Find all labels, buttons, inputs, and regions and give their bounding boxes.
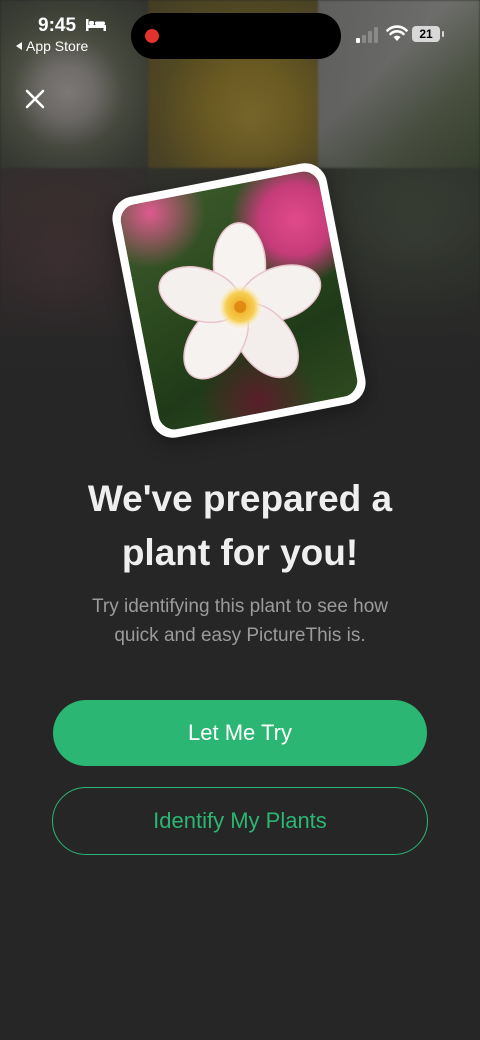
let-me-try-button[interactable]: Let Me Try (53, 700, 427, 766)
identify-my-plants-button[interactable]: Identify My Plants (52, 787, 428, 855)
status-bar: 9:45 App Store 21 (0, 0, 480, 60)
bed-icon (86, 19, 106, 31)
plumeria-flower-image (158, 222, 322, 380)
page-title: We've prepared a plant for you! (20, 472, 460, 580)
status-time: 9:45 (38, 15, 77, 36)
battery-icon: 21 (412, 26, 444, 42)
page-title-line: We've prepared a (87, 478, 393, 519)
back-to-app-store-link[interactable]: App Store (16, 38, 88, 54)
description-text: Try identifying this plant to see how qu… (40, 592, 440, 650)
page-title-line: plant for you! (121, 532, 359, 573)
back-app-label: App Store (26, 38, 89, 54)
back-arrow-icon (16, 42, 22, 50)
record-dot (145, 29, 159, 43)
dynamic-island (131, 13, 341, 59)
description-line: Try identifying this plant to see how (91, 596, 389, 617)
description-line: quick and easy PictureThis is. (114, 625, 366, 646)
close-icon[interactable] (20, 84, 50, 114)
sample-plant-photo-card[interactable] (108, 159, 370, 442)
signal-icon (356, 27, 378, 43)
wifi-icon (386, 25, 408, 41)
sample-plant-photo (118, 168, 360, 433)
